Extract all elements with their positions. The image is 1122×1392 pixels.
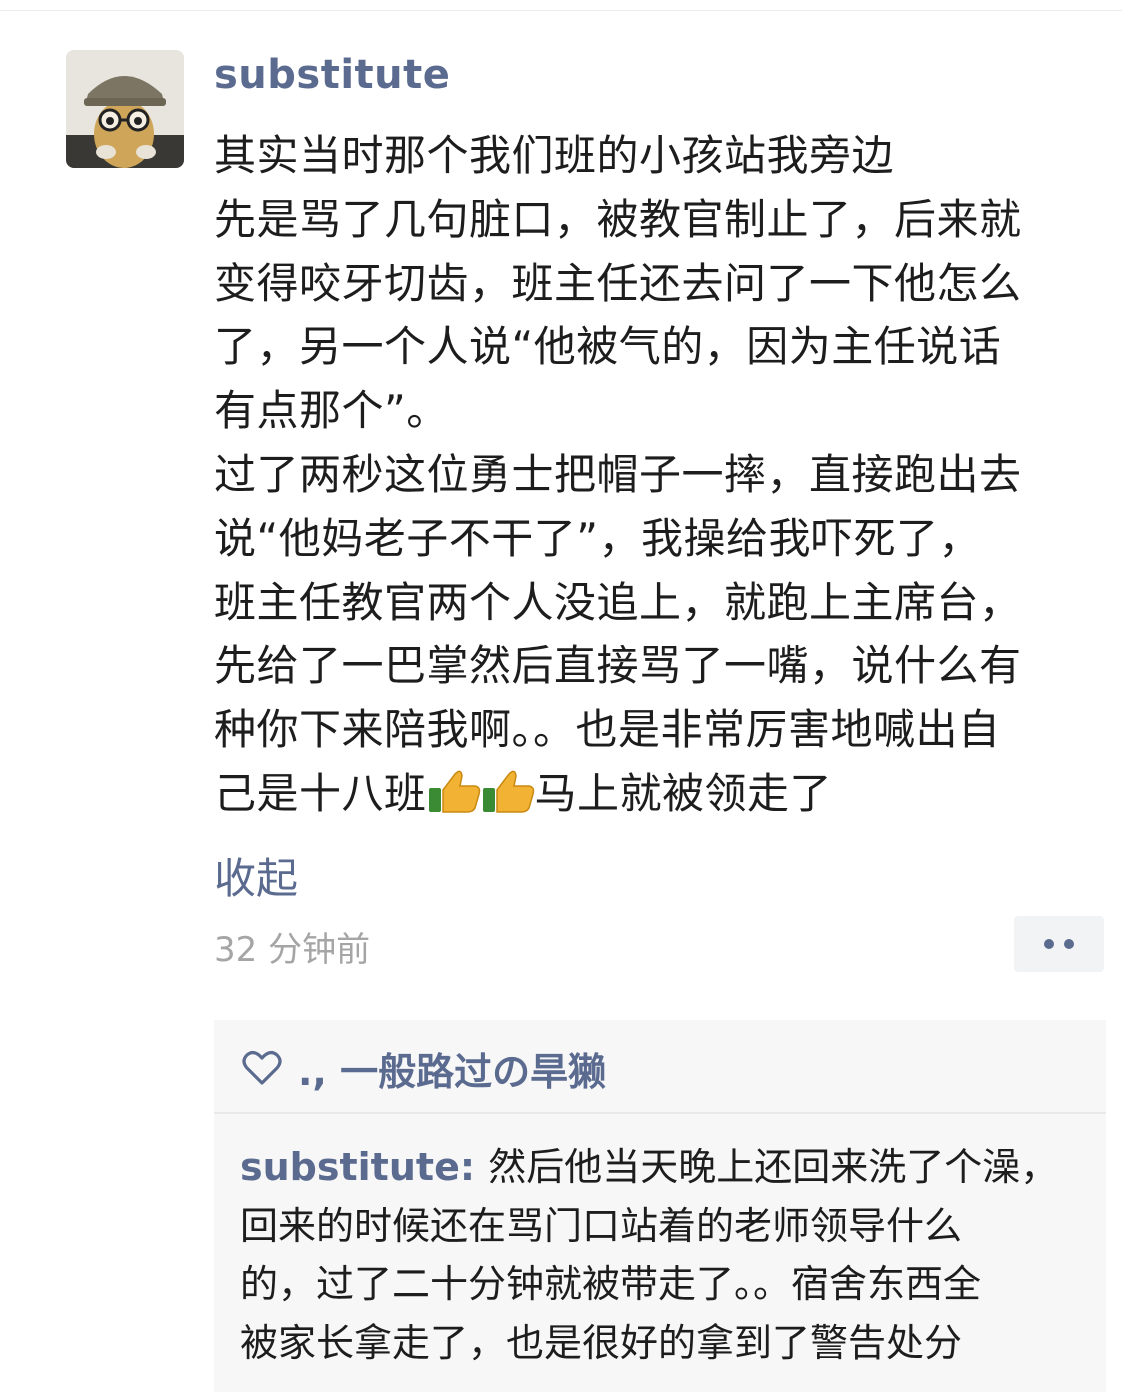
reply-comment[interactable]: substitute: 然后他当天晚上还回来洗了个澡， 回来的时候还在骂门口站着…	[240, 1138, 1090, 1372]
comment-divider	[214, 1112, 1106, 1114]
post-line-last: 己是十八班 马上就被领走了	[214, 762, 1114, 826]
avatar-image	[66, 50, 184, 168]
post-timestamp: 32 分钟前	[214, 930, 371, 970]
reply-separator: :	[459, 1145, 489, 1189]
author-name[interactable]: substitute	[214, 52, 450, 98]
more-dot-icon	[1044, 939, 1054, 949]
thumbs-up-icon	[428, 770, 480, 813]
post-line: 了，另一个人说“他被气的，因为主任说话	[214, 322, 1002, 372]
reply-text: 然后他当天晚上还回来洗了个澡，	[488, 1145, 1059, 1189]
post-line: 变得咬牙切齿，班主任还去问了一下他怎么	[214, 258, 1022, 308]
liker-name[interactable]: ., 一般路过の旱獭	[298, 1041, 606, 1096]
reply-line: 的，过了二十分钟就被带走了。。宿舍东西全	[240, 1262, 982, 1306]
reply-line: 回来的时候还在骂门口站着的老师领导什么	[240, 1203, 963, 1248]
collapse-button[interactable]: 收起	[214, 845, 298, 906]
more-dot-icon	[1064, 939, 1074, 949]
post-line: 过了两秒这位勇士把帽子一摔，直接跑出去	[214, 449, 1022, 499]
post-line: 说“他妈老子不干了”，我操给我吓死了，	[214, 513, 982, 563]
top-divider	[0, 10, 1122, 11]
post-line: 先给了一巴掌然后直接骂了一嘴，说什么有	[214, 641, 1022, 691]
likes-row: ., 一般路过の旱獭	[242, 1040, 606, 1096]
post-line-part: 己是十八班	[214, 768, 427, 818]
post-line: 先是骂了几句脏口，被教官制止了，后来就	[214, 194, 1022, 244]
post-line: 其实当时那个我们班的小孩站我旁边	[214, 131, 895, 180]
heart-icon	[242, 1051, 282, 1085]
post-line: 班主任教官两个人没追上，就跑上主席台，	[214, 577, 1022, 627]
more-actions-button[interactable]	[1014, 916, 1104, 972]
post-text: 其实当时那个我们班的小孩站我旁边 先是骂了几句脏口，被教官制止了，后来就 变得咬…	[214, 124, 1114, 826]
reply-line: substitute: 然后他当天晚上还回来洗了个澡，	[240, 1138, 1090, 1197]
post-line-part: 马上就被领走了	[534, 768, 833, 818]
reply-line: 被家长拿走了，也是很好的拿到了警告处分	[240, 1320, 963, 1365]
post-line: 种你下来陪我啊。。也是非常厉害地喊出自	[214, 705, 1001, 755]
post-line: 有点那个”。	[214, 386, 449, 436]
thumbs-up-icon	[482, 770, 534, 813]
comment-section: ., 一般路过の旱獭 substitute: 然后他当天晚上还回来洗了个澡， 回…	[214, 1020, 1106, 1392]
reply-author[interactable]: substitute	[240, 1145, 460, 1189]
avatar[interactable]	[66, 50, 184, 168]
